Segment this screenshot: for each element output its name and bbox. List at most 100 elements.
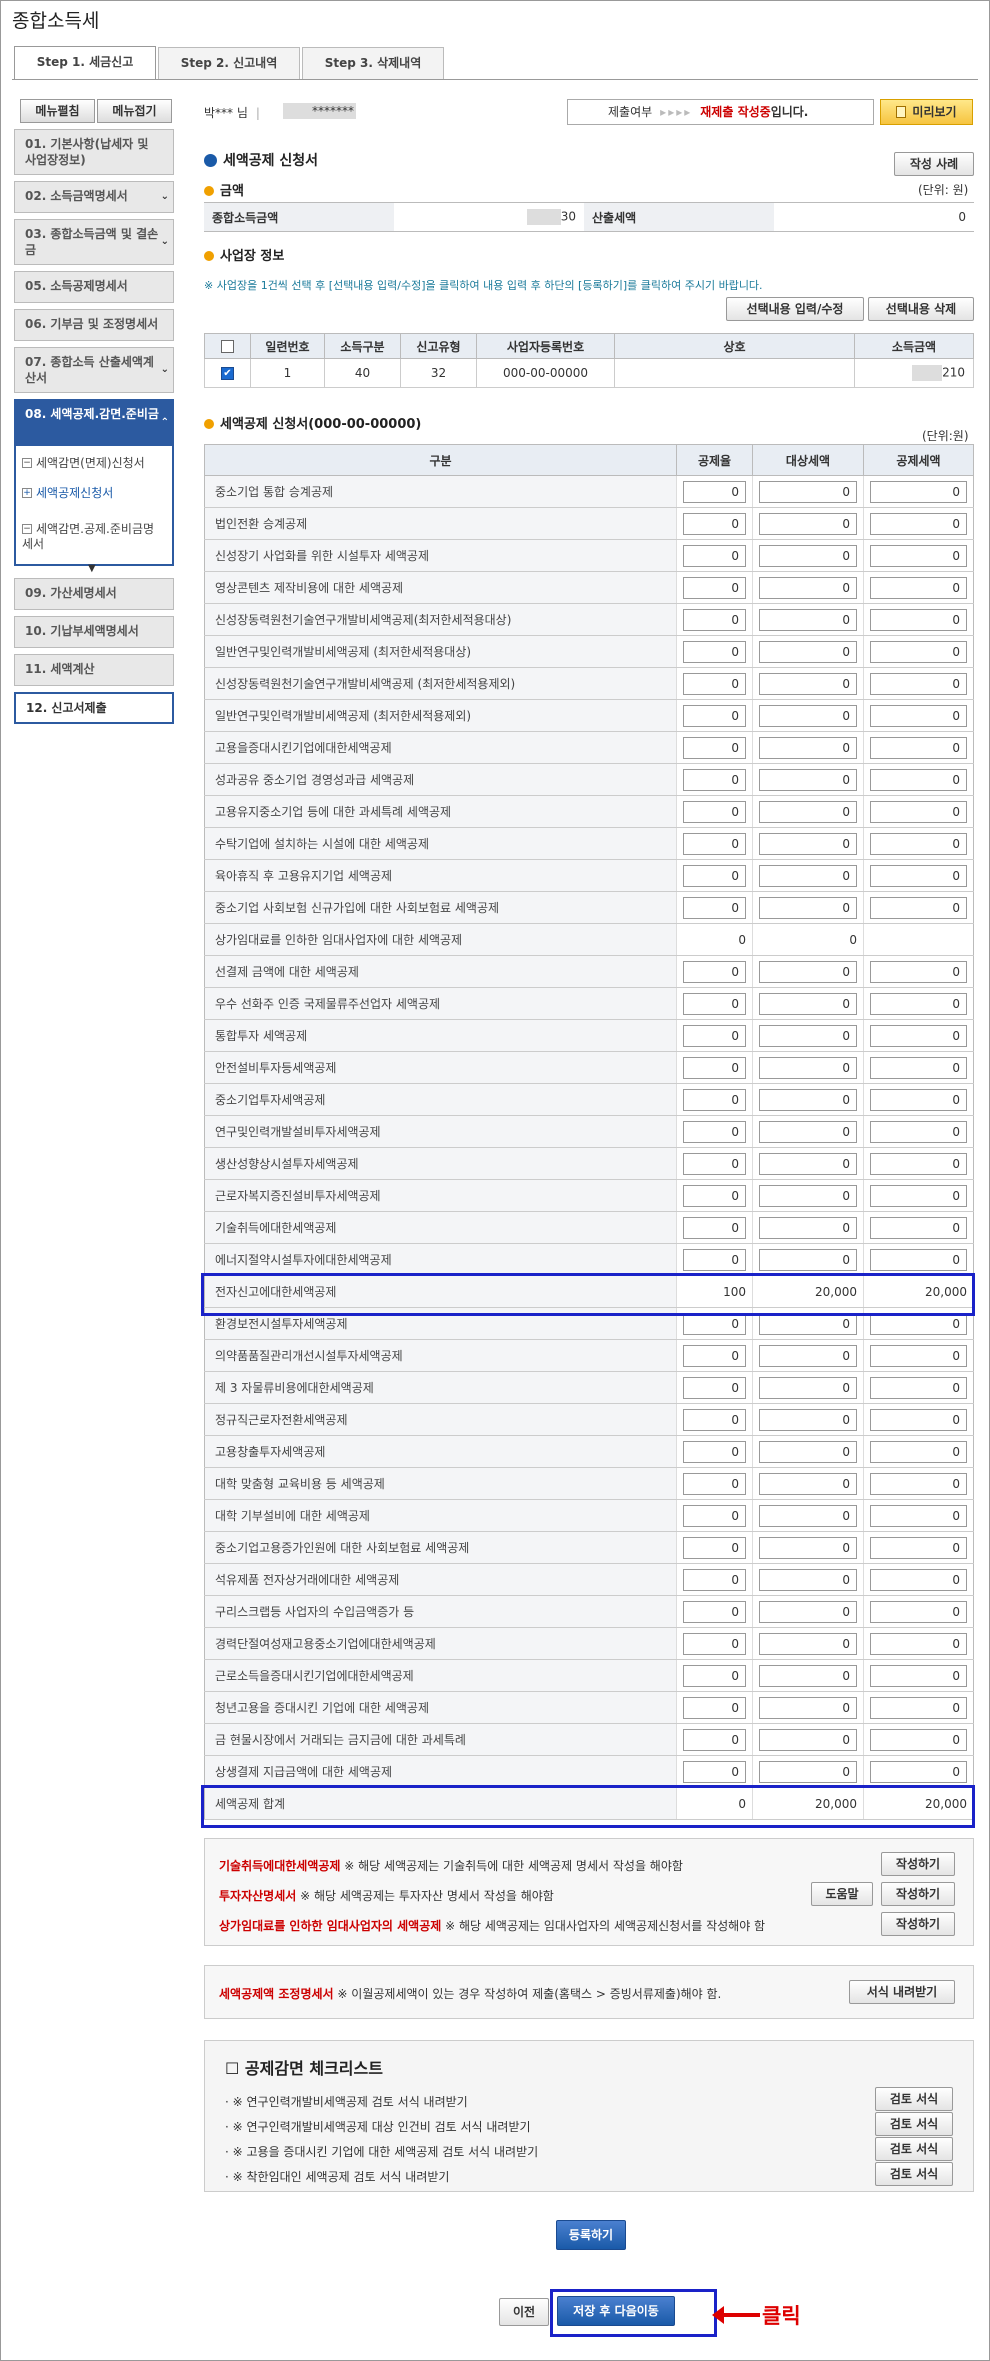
- review-form-button[interactable]: 검토 서식: [875, 2087, 953, 2111]
- write-rent-button[interactable]: 작성하기: [881, 1912, 955, 1936]
- target-input[interactable]: 0: [759, 704, 857, 727]
- rate-input[interactable]: 0: [683, 1088, 746, 1111]
- target-input[interactable]: 0: [759, 1120, 857, 1143]
- prev-button[interactable]: 이전: [499, 2298, 549, 2326]
- menu-item-12[interactable]: 12. 신고서제출: [14, 692, 174, 724]
- credit-input[interactable]: 0: [870, 1120, 967, 1143]
- row-checkbox[interactable]: [221, 367, 234, 380]
- tab-step1[interactable]: Step 1. 세금신고: [14, 46, 156, 80]
- target-input[interactable]: 0: [759, 1056, 857, 1079]
- rate-input[interactable]: 0: [683, 736, 746, 759]
- menu-item-09[interactable]: 09. 가산세명세서: [14, 578, 174, 610]
- credit-input[interactable]: 0: [870, 960, 967, 983]
- menu-collapse-button[interactable]: 메뉴접기: [97, 99, 172, 123]
- credit-input[interactable]: 0: [870, 1568, 967, 1591]
- target-input[interactable]: 0: [759, 608, 857, 631]
- target-input[interactable]: 0: [759, 1216, 857, 1239]
- target-input[interactable]: 0: [759, 672, 857, 695]
- table-row[interactable]: 1 40 32 000-00-00000 210: [204, 358, 974, 388]
- target-input[interactable]: 0: [759, 960, 857, 983]
- rate-input[interactable]: 0: [683, 1120, 746, 1143]
- target-input[interactable]: 0: [759, 1248, 857, 1271]
- credit-input[interactable]: 0: [870, 640, 967, 663]
- download-form-button[interactable]: 서식 내려받기: [849, 1980, 955, 2004]
- credit-input[interactable]: 0: [870, 544, 967, 567]
- credit-input[interactable]: 0: [870, 1504, 967, 1527]
- credit-input[interactable]: 0: [870, 1760, 967, 1783]
- credit-input[interactable]: 0: [870, 1344, 967, 1367]
- target-input[interactable]: 0: [759, 1088, 857, 1111]
- target-input[interactable]: 0: [759, 1184, 857, 1207]
- target-input[interactable]: 0: [759, 1440, 857, 1463]
- credit-input[interactable]: 0: [870, 1184, 967, 1207]
- target-input[interactable]: 0: [759, 1696, 857, 1719]
- rate-input[interactable]: 0: [683, 800, 746, 823]
- rate-input[interactable]: 0: [683, 544, 746, 567]
- menu-item-06[interactable]: 06. 기부금 및 조정명세서: [14, 309, 174, 341]
- rate-input[interactable]: 0: [683, 1536, 746, 1559]
- rate-input[interactable]: 0: [683, 576, 746, 599]
- credit-input[interactable]: 0: [870, 736, 967, 759]
- chevron-up-icon[interactable]: ⌃: [161, 415, 169, 431]
- target-input[interactable]: 0: [759, 1376, 857, 1399]
- target-input[interactable]: 0: [759, 480, 857, 503]
- target-input[interactable]: 0: [759, 1344, 857, 1367]
- target-input[interactable]: 0: [759, 544, 857, 567]
- target-input[interactable]: 0: [759, 896, 857, 919]
- write-tech-button[interactable]: 작성하기: [881, 1852, 955, 1876]
- credit-input[interactable]: 0: [870, 1696, 967, 1719]
- target-input[interactable]: 0: [759, 736, 857, 759]
- preview-button[interactable]: 미리보기: [880, 99, 973, 125]
- credit-input[interactable]: 0: [870, 1248, 967, 1271]
- rate-input[interactable]: 0: [683, 1184, 746, 1207]
- rate-input[interactable]: 0: [683, 1728, 746, 1751]
- credit-input[interactable]: 0: [870, 1728, 967, 1751]
- menu-item-08[interactable]: 08. 세액공제.감면.준비금 ⌃: [14, 399, 174, 447]
- credit-input[interactable]: 0: [870, 800, 967, 823]
- tab-step2[interactable]: Step 2. 신고내역: [158, 47, 300, 79]
- credit-input[interactable]: 0: [870, 1472, 967, 1495]
- rate-input[interactable]: 0: [683, 1760, 746, 1783]
- rate-input[interactable]: 0: [683, 608, 746, 631]
- credit-input[interactable]: 0: [870, 480, 967, 503]
- register-button[interactable]: 등록하기: [556, 2220, 626, 2250]
- submenu-item-statement[interactable]: − 세액감면.공제.준비금명세서: [22, 522, 162, 552]
- credit-input[interactable]: 0: [870, 768, 967, 791]
- target-input[interactable]: 0: [759, 832, 857, 855]
- credit-input[interactable]: 0: [870, 832, 967, 855]
- rate-input[interactable]: 0: [683, 832, 746, 855]
- target-input[interactable]: 0: [759, 1568, 857, 1591]
- target-input[interactable]: 0: [759, 1664, 857, 1687]
- rate-input[interactable]: 0: [683, 768, 746, 791]
- credit-input[interactable]: 0: [870, 1440, 967, 1463]
- rate-input[interactable]: 0: [683, 640, 746, 663]
- menu-item-05[interactable]: 05. 소득공제명세서: [14, 271, 174, 303]
- write-invest-button[interactable]: 작성하기: [881, 1882, 955, 1906]
- target-input[interactable]: 0: [759, 1632, 857, 1655]
- scroll-down-icon[interactable]: ▼: [88, 563, 96, 574]
- rate-input[interactable]: 0: [683, 512, 746, 535]
- rate-input[interactable]: 0: [683, 1632, 746, 1655]
- credit-input[interactable]: 0: [870, 512, 967, 535]
- rate-input[interactable]: 0: [683, 992, 746, 1015]
- rate-input[interactable]: 0: [683, 672, 746, 695]
- target-input[interactable]: 0: [759, 512, 857, 535]
- credit-input[interactable]: 0: [870, 896, 967, 919]
- review-form-button[interactable]: 검토 서식: [875, 2112, 953, 2136]
- submenu-item-reduction[interactable]: − 세액감면(면제)신청서: [22, 456, 145, 471]
- rate-input[interactable]: 0: [683, 1408, 746, 1431]
- credit-input[interactable]: 0: [870, 1216, 967, 1239]
- credit-input[interactable]: 0: [870, 1056, 967, 1079]
- credit-input[interactable]: 0: [870, 992, 967, 1015]
- rate-input[interactable]: 0: [683, 1504, 746, 1527]
- rate-input[interactable]: 0: [683, 1440, 746, 1463]
- target-input[interactable]: 0: [759, 1760, 857, 1783]
- credit-input[interactable]: 0: [870, 608, 967, 631]
- rate-input[interactable]: 0: [683, 1056, 746, 1079]
- credit-input[interactable]: 0: [870, 1536, 967, 1559]
- review-form-button[interactable]: 검토 서식: [875, 2162, 953, 2186]
- menu-item-10[interactable]: 10. 기납부세액명세서: [14, 616, 174, 648]
- rate-input[interactable]: 0: [683, 1472, 746, 1495]
- help-button[interactable]: 도움말: [811, 1882, 873, 1906]
- credit-input[interactable]: 0: [870, 1600, 967, 1623]
